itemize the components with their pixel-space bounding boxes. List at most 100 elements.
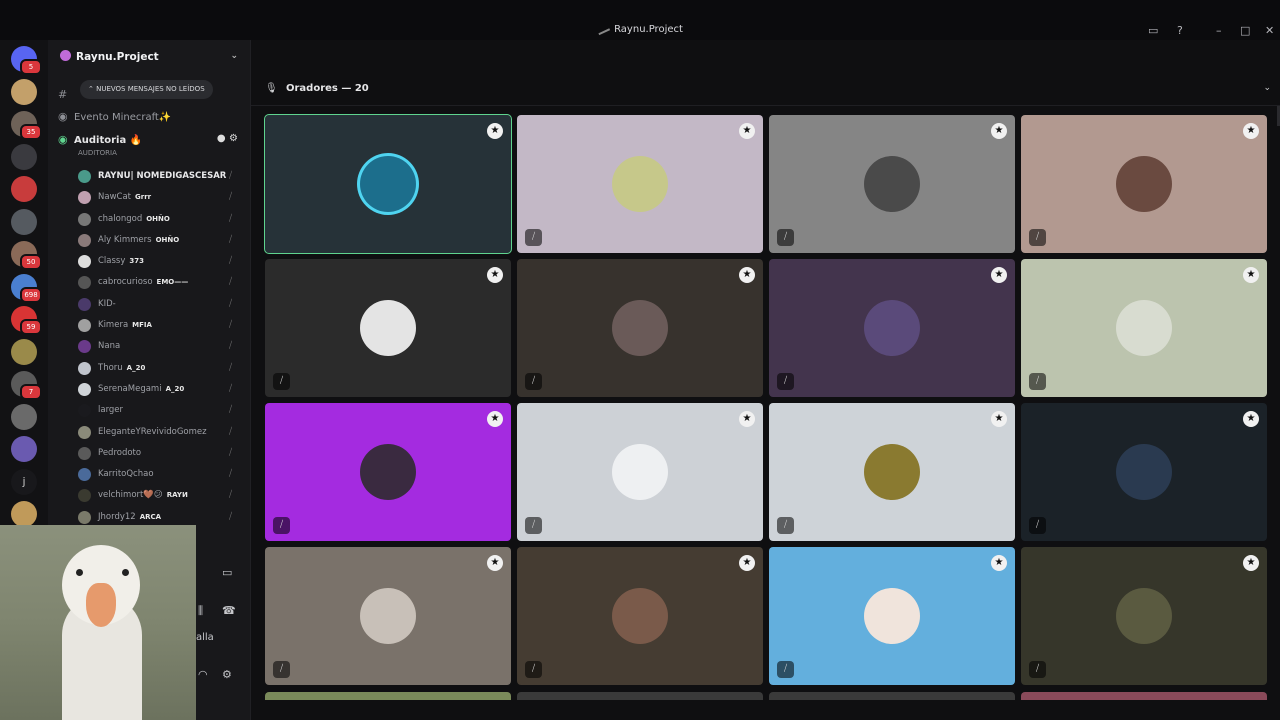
server-icon-server-10[interactable]: [11, 338, 37, 365]
speaker-tile-partial[interactable]: [1021, 692, 1267, 700]
speaker-tile[interactable]: ★ ⧸: [769, 547, 1015, 685]
speaker-tile-partial[interactable]: [769, 692, 1015, 700]
server-icon-server-8[interactable]: 698: [11, 273, 42, 303]
mention-badge: 7: [20, 384, 42, 400]
screen-share-icon[interactable]: ▭: [222, 566, 232, 579]
server-icon-server-4[interactable]: [11, 143, 37, 170]
voice-user[interactable]: RAYNU| NOMEDIGASCESAR ⧸: [76, 166, 244, 187]
channel-stage[interactable]: ◉ Auditoria 🔥 ● ⚙: [58, 133, 244, 146]
user-name: SerenaMegami A_20: [98, 383, 185, 394]
screen-share-button[interactable]: alla: [196, 632, 214, 643]
server-header[interactable]: Raynu.Project ⌄: [48, 40, 250, 76]
speaker-tile[interactable]: ★ ⧸: [265, 259, 511, 397]
user-name: EleganteYRevividoGomez: [98, 426, 207, 437]
mention-badge: 698: [20, 286, 42, 303]
muted-mic-icon: ⧸: [273, 373, 290, 390]
soundboard-icon[interactable]: ⫼: [198, 604, 203, 618]
server-icon-server-2[interactable]: [11, 78, 37, 105]
avatar: [78, 233, 91, 247]
server-icon-server-13[interactable]: [11, 436, 37, 462]
muted-mic-icon: ⧸: [777, 517, 794, 534]
voice-user[interactable]: EleganteYRevividoGomez ⧸: [76, 422, 244, 443]
muted-mic-icon: ⧸: [525, 661, 542, 678]
voice-user[interactable]: Classy 373 ⧸: [76, 251, 244, 272]
avatar: [360, 156, 416, 212]
server-icon-server-7[interactable]: 50: [11, 241, 42, 270]
speaker-tile[interactable]: ★ ⧸: [769, 259, 1015, 397]
server-icon-server-9[interactable]: 59: [11, 306, 42, 335]
avatar: [78, 170, 91, 183]
disconnect-icon[interactable]: ☎: [222, 604, 236, 617]
server-icon-discord-home[interactable]: 5: [11, 46, 42, 75]
voice-user[interactable]: chalongod OHÑO ⧸: [76, 209, 244, 230]
help-icon[interactable]: ?: [1177, 24, 1183, 37]
star-badge-icon: ★: [991, 411, 1007, 427]
avatar: [78, 276, 91, 290]
muted-mic-icon: ⧸: [228, 320, 232, 331]
avatar: [78, 361, 91, 375]
voice-user[interactable]: Thoru A_20 ⧸: [76, 358, 244, 379]
speaker-tile[interactable]: ★ ⧸: [265, 403, 511, 541]
speaker-tile-partial[interactable]: [265, 692, 511, 700]
minimize-button[interactable]: –: [1216, 24, 1222, 37]
voice-user[interactable]: Aly Kimmers OHÑO ⧸: [76, 230, 244, 251]
stage-area: 🎙 Oradores — 20 ⌄ ★ ★ ⧸ ★ ⧸ ★ ⧸ ★ ⧸ ★ ⧸ ★ ⧸ ★ ⧸ ★ ⧸ ★ ⧸ ★ ⧸ ★…: [250, 40, 1280, 720]
server-icon: [60, 50, 71, 61]
avatar: [612, 444, 668, 500]
speaker-tile[interactable]: ★ ⧸: [769, 115, 1015, 253]
server-icon-server-6[interactable]: [11, 208, 37, 235]
star-badge-icon: ★: [487, 123, 503, 139]
voice-user[interactable]: velchimort🤎😕 RAYИ ⧸: [76, 485, 244, 506]
voice-user[interactable]: Pedrodoto ⧸: [76, 443, 244, 464]
voice-user[interactable]: Nana ⧸: [76, 336, 244, 357]
speaker-tile[interactable]: ★: [264, 114, 512, 254]
chat-icon[interactable]: ● ⚙: [217, 133, 238, 144]
voice-user[interactable]: KID- ⧸: [76, 294, 244, 315]
server-icon-server-11[interactable]: 7: [11, 371, 42, 400]
muted-mic-icon: ⧸: [228, 383, 232, 394]
speaker-tile[interactable]: ★ ⧸: [1021, 259, 1267, 397]
star-badge-icon: ★: [1243, 123, 1259, 139]
voice-user[interactable]: SerenaMegami A_20 ⧸: [76, 379, 244, 400]
maximize-button[interactable]: □: [1240, 24, 1250, 37]
server-icon-server-14[interactable]: j: [11, 468, 37, 495]
unread-messages-pill[interactable]: ⌃ NUEVOS MENSAJES NO LEÍDOS: [80, 80, 213, 99]
speaker-tile[interactable]: ★ ⧸: [517, 115, 763, 253]
inbox-icon[interactable]: ▭: [1148, 24, 1158, 37]
voice-user[interactable]: larger ⧸: [76, 400, 244, 421]
settings-icon[interactable]: ⚙: [222, 668, 232, 681]
speaker-tile[interactable]: ★ ⧸: [517, 547, 763, 685]
server-icon-server-15[interactable]: [11, 501, 37, 527]
speaker-tile[interactable]: ★ ⧸: [1021, 403, 1267, 541]
speaker-tile[interactable]: ★ ⧸: [265, 547, 511, 685]
voice-user[interactable]: NawCat Grrr ⧸: [76, 187, 244, 208]
collapse-chevron-icon[interactable]: ⌄: [1263, 83, 1271, 93]
channel-event[interactable]: ◉ Evento Minecraft✨: [58, 110, 244, 123]
server-icon-server-5[interactable]: [11, 176, 37, 202]
close-button[interactable]: ✕: [1265, 24, 1274, 37]
muted-mic-icon: ⧸: [228, 277, 232, 288]
muted-mic-icon: ⧸: [228, 234, 232, 245]
chevron-down-icon[interactable]: ⌄: [230, 51, 238, 61]
speaker-tile[interactable]: ★ ⧸: [1021, 115, 1267, 253]
avatar: [78, 510, 91, 524]
muted-mic-icon: ⧸: [228, 256, 232, 267]
voice-user[interactable]: Kimera MFIA ⧸: [76, 315, 244, 336]
user-tag: MFIA: [132, 321, 152, 330]
speaker-tile[interactable]: ★ ⧸: [769, 403, 1015, 541]
avatar: [78, 382, 91, 396]
speaker-tile[interactable]: ★ ⧸: [517, 403, 763, 541]
server-icon-server-12[interactable]: [11, 403, 37, 430]
window-title: Raynu.Project: [0, 22, 1280, 36]
speaker-tile[interactable]: ★ ⧸: [517, 259, 763, 397]
muted-mic-icon: ⧸: [228, 298, 232, 309]
speaker-tile[interactable]: ★ ⧸: [1021, 547, 1267, 685]
voice-user[interactable]: cabrocurioso EMO—— ⧸: [76, 272, 244, 293]
speaker-tile-partial[interactable]: [517, 692, 763, 700]
headphones-icon[interactable]: ◠: [198, 668, 208, 681]
server-icon-server-3[interactable]: 35: [11, 111, 42, 140]
muted-mic-icon: ⧸: [1029, 373, 1046, 390]
user-name: chalongod OHÑO: [98, 213, 170, 224]
voice-user[interactable]: KarritoQchao ⧸: [76, 464, 244, 485]
star-badge-icon: ★: [1243, 555, 1259, 571]
